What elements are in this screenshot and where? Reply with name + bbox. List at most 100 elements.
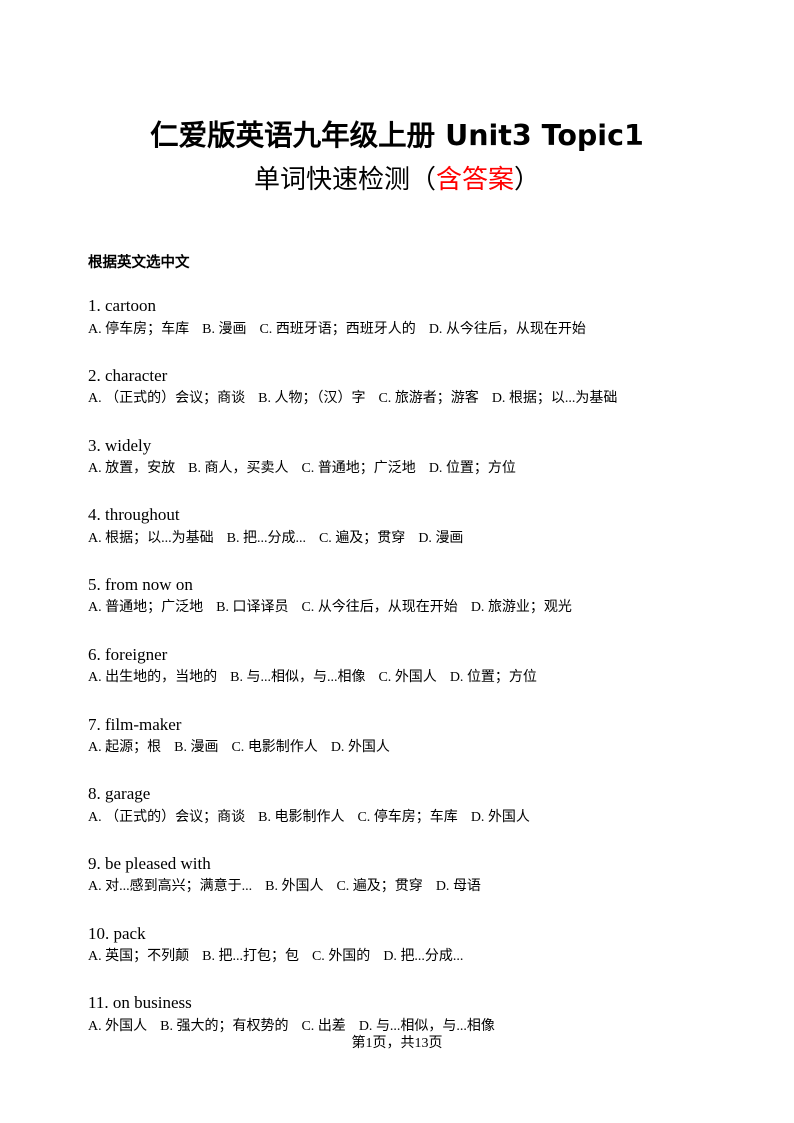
option-text: 普通地；广泛地: [317, 461, 416, 477]
question-prompt: 8. garage: [88, 783, 706, 805]
option-letter: D.: [383, 949, 397, 965]
option-choice[interactable]: D. 把...分成...: [383, 947, 463, 967]
option-letter: B.: [202, 321, 215, 337]
option-text: 停车房；车库: [105, 321, 190, 337]
option-letter: C.: [378, 670, 392, 686]
option-choice[interactable]: C. 旅游者；游客: [378, 389, 478, 409]
question-number: 3.: [88, 435, 101, 455]
option-choice[interactable]: D. 位置；方位: [450, 668, 537, 688]
subtitle-highlight: 含答案: [435, 165, 514, 195]
option-choice[interactable]: B. 与...相似，与...相像: [230, 668, 365, 688]
option-text: 出差: [317, 1018, 346, 1034]
option-choice[interactable]: C. 西班牙语；西班牙人的: [259, 320, 415, 340]
option-choice[interactable]: A. （正式的）会议；商谈: [88, 808, 245, 828]
option-letter: B.: [216, 600, 229, 616]
title-block: 仁爱版英语九年级上册 Unit3 Topic1 单词快速检测（含答案）: [88, 0, 706, 197]
option-text: 旅游者；游客: [394, 391, 479, 407]
option-choice[interactable]: B. 电影制作人: [258, 808, 344, 828]
option-choice[interactable]: D. 根据；以...为基础: [492, 389, 618, 409]
option-letter: C.: [301, 461, 315, 477]
option-choice[interactable]: A. 根据；以...为基础: [88, 529, 214, 549]
question-options: A. 对...感到高兴；满意于... B. 外国人 C. 遍及；贯穿 D. 母语: [88, 877, 706, 897]
section-heading: 根据英文选中文: [88, 255, 190, 272]
question-item: 11. on business A. 外国人 B. 强大的；有权势的 C. 出差 D. …: [88, 992, 706, 1037]
option-text: 旅游业；观光: [487, 600, 572, 616]
option-text: 电影制作人: [247, 739, 318, 755]
option-choice[interactable]: C. 出差: [301, 1017, 345, 1037]
option-choice[interactable]: C. 电影制作人: [231, 738, 317, 758]
option-choice[interactable]: C. 遍及；贯穿: [336, 877, 422, 897]
option-letter: D.: [491, 391, 506, 407]
option-choice[interactable]: C. 外国人: [378, 668, 436, 688]
option-letter: D.: [358, 1018, 373, 1034]
option-text: 对...感到高兴；满意于...: [105, 879, 253, 895]
option-choice[interactable]: D. 旅游业；观光: [471, 598, 572, 618]
option-choice[interactable]: A. 英国；不列颠: [88, 947, 189, 967]
question-prompt: 10. pack: [88, 923, 706, 945]
question-number: 10.: [88, 923, 110, 943]
option-choice[interactable]: B. 商人，买卖人: [188, 459, 288, 479]
option-text: 根据；以...为基础: [105, 530, 214, 546]
option-choice[interactable]: A. （正式的）会议；商谈: [88, 389, 245, 409]
question-word: garage: [105, 784, 151, 804]
option-text: 根据；以...为基础: [508, 391, 618, 407]
question-word: pack: [113, 923, 146, 943]
question-item: 6. foreigner A. 出生地的，当地的 B. 与...相似，与...相像 C…: [88, 644, 706, 689]
option-choice[interactable]: A. 放置，安放: [88, 459, 175, 479]
option-letter: B.: [258, 391, 271, 407]
subtitle-text-before: 单词快速检测（: [253, 165, 436, 195]
option-choice[interactable]: B. 把...分成...: [227, 529, 306, 549]
option-choice[interactable]: D. 与...相似，与...相像: [359, 1017, 495, 1037]
option-choice[interactable]: B. 人物；（汉）字: [258, 389, 365, 409]
question-number: 7.: [88, 714, 101, 734]
option-letter: A.: [88, 949, 102, 965]
option-choice[interactable]: C. 从今往后，从现在开始: [301, 598, 457, 618]
question-word: film-maker: [105, 714, 182, 734]
question-number: 9.: [88, 853, 101, 873]
question-item: 8. garage A. （正式的）会议；商谈 B. 电影制作人 C. 停车房；车库 D…: [88, 783, 706, 828]
question-number: 4.: [88, 505, 101, 525]
option-text: 把...分成...: [242, 530, 306, 546]
question-item: 5. from now on A. 普通地；广泛地 B. 口译译员 C. 从今往后，从…: [88, 574, 706, 619]
option-choice[interactable]: D. 从今往后，从现在开始: [429, 320, 586, 340]
option-text: （正式的）会议；商谈: [105, 809, 246, 825]
option-choice[interactable]: B. 漫画: [202, 320, 246, 340]
question-prompt: 7. film-maker: [88, 714, 706, 736]
option-choice[interactable]: C. 外国的: [312, 947, 370, 967]
option-letter: A.: [88, 879, 102, 895]
page-title: 仁爱版英语九年级上册 Unit3 Topic1: [150, 119, 644, 152]
option-choice[interactable]: B. 口译译员: [216, 598, 288, 618]
option-choice[interactable]: A. 普通地；广泛地: [88, 598, 203, 618]
option-letter: A.: [88, 1018, 102, 1034]
option-choice[interactable]: A. 停车房；车库: [88, 320, 189, 340]
option-letter: A.: [88, 321, 102, 337]
option-choice[interactable]: A. 起源；根: [88, 738, 161, 758]
option-choice[interactable]: B. 外国人: [265, 877, 323, 897]
question-number: 2.: [88, 365, 101, 385]
option-letter: A.: [88, 809, 102, 825]
option-choice[interactable]: B. 漫画: [174, 738, 218, 758]
option-choice[interactable]: A. 外国人: [88, 1017, 147, 1037]
option-choice[interactable]: D. 外国人: [331, 738, 390, 758]
option-choice[interactable]: A. 出生地的，当地的: [88, 668, 217, 688]
option-text: 母语: [452, 879, 481, 895]
option-text: 外国的: [328, 949, 371, 965]
option-choice[interactable]: A. 对...感到高兴；满意于...: [88, 877, 252, 897]
option-choice[interactable]: C. 停车房；车库: [357, 808, 457, 828]
option-choice[interactable]: D. 外国人: [471, 808, 530, 828]
option-letter: B.: [202, 949, 215, 965]
question-options: A. 起源；根 B. 漫画 C. 电影制作人 D. 外国人: [88, 738, 706, 758]
option-choice[interactable]: D. 母语: [436, 877, 481, 897]
option-letter: C.: [318, 530, 332, 546]
option-choice[interactable]: D. 漫画: [418, 529, 463, 549]
option-letter: C.: [378, 391, 392, 407]
option-choice[interactable]: B. 把...打包；包: [202, 947, 299, 967]
option-text: 普通地；广泛地: [105, 600, 204, 616]
question-options: A. 放置，安放 B. 商人，买卖人 C. 普通地；广泛地 D. 位置；方位: [88, 459, 706, 479]
question-options: A. 根据；以...为基础 B. 把...分成... C. 遍及；贯穿 D. 漫画: [88, 529, 706, 549]
option-choice[interactable]: B. 强大的；有权势的: [160, 1017, 288, 1037]
option-letter: A.: [88, 670, 102, 686]
option-choice[interactable]: D. 位置；方位: [429, 459, 516, 479]
option-choice[interactable]: C. 遍及；贯穿: [319, 529, 405, 549]
option-choice[interactable]: C. 普通地；广泛地: [301, 459, 415, 479]
